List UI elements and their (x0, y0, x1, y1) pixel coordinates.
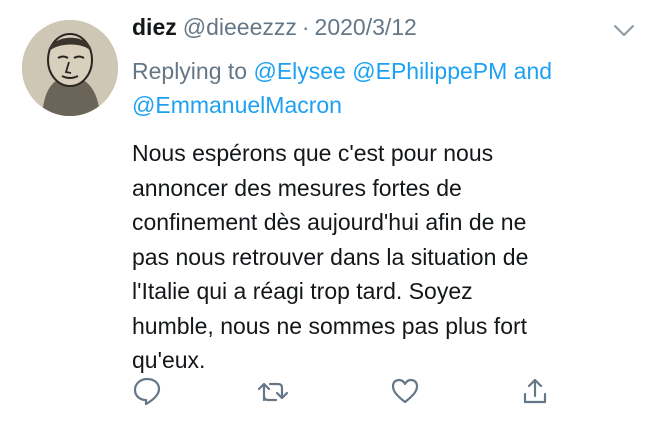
replying-to: Replying to @Elysee @EPhilippePM and @Em… (132, 54, 632, 122)
author-handle[interactable]: @dieeezzz (183, 14, 297, 41)
tweet-text: Nous espérons que c'est pour nous annonc… (132, 140, 529, 373)
avatar[interactable] (22, 20, 118, 116)
share-icon[interactable] (520, 376, 550, 406)
mention-joiner[interactable]: and (514, 58, 552, 84)
reply-prefix: Replying to (132, 58, 248, 84)
reply-icon[interactable] (132, 376, 162, 406)
separator-dot: · (301, 14, 310, 40)
tweet-date[interactable]: 2020/3/12 (315, 14, 417, 41)
tweet-actions (0, 376, 661, 410)
chevron-down-icon[interactable] (613, 24, 635, 38)
tweet-header: diez @dieeezzz · 2020/3/12 (132, 14, 632, 48)
mention-ephilippepm[interactable]: @EPhilippePM (352, 58, 507, 84)
mention-elysee[interactable]: @Elysee (253, 58, 345, 84)
heart-icon[interactable] (390, 376, 420, 406)
author-name[interactable]: diez (132, 14, 177, 41)
retweet-icon[interactable] (256, 376, 290, 406)
mention-emmanuelmacron[interactable]: @EmmanuelMacron (132, 92, 342, 118)
